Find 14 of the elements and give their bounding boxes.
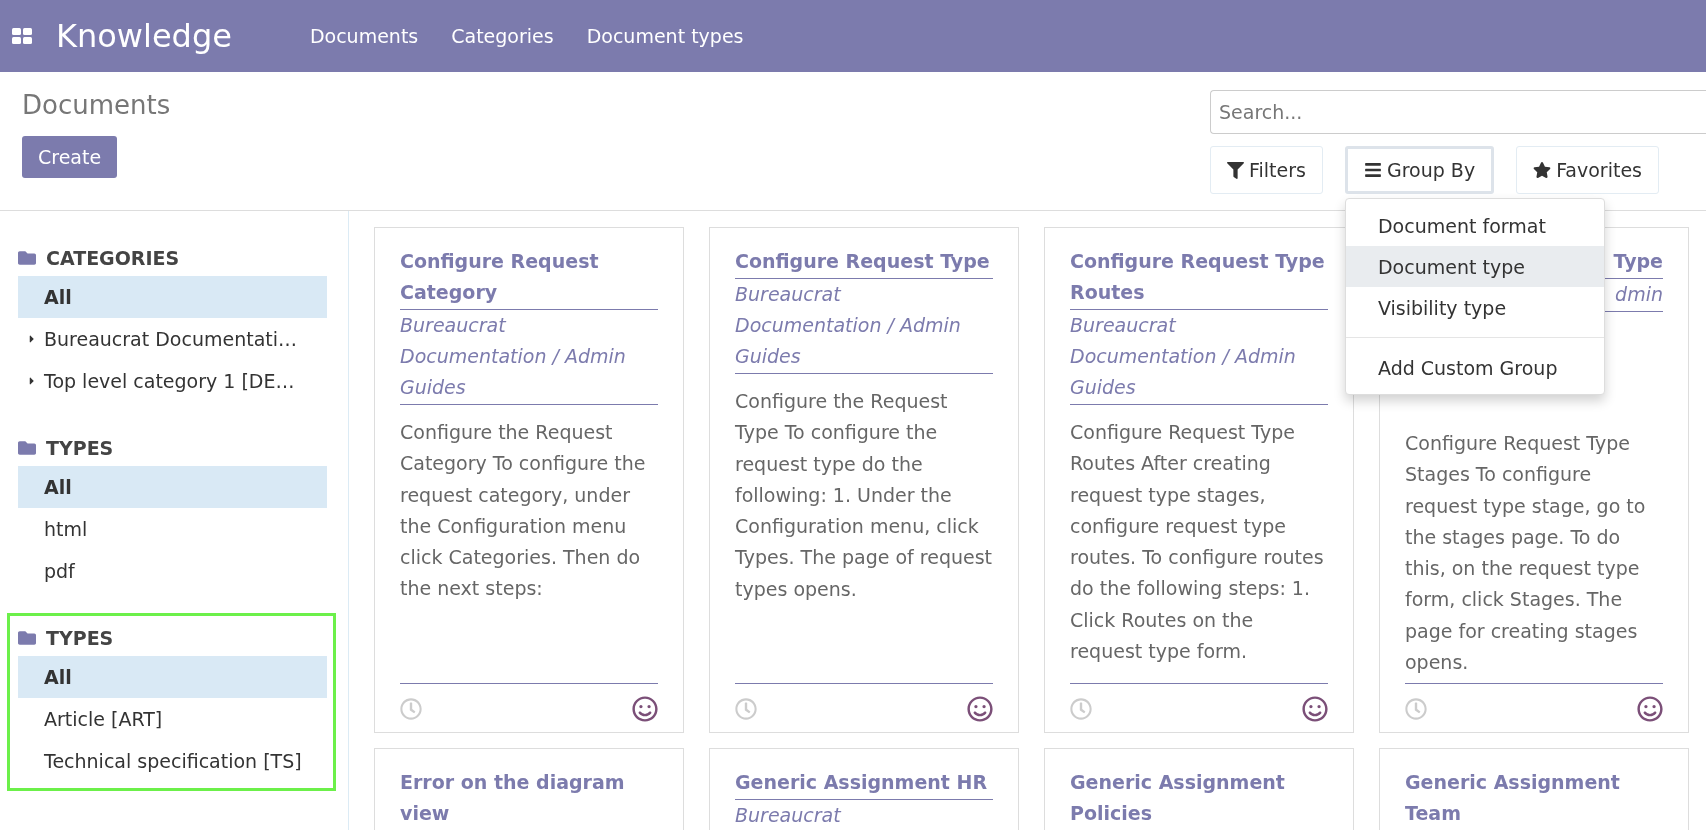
page-title: Documents bbox=[22, 90, 171, 120]
section-heading: TYPES bbox=[46, 437, 114, 459]
card-description: Configure the Request Category To configure the request category, under the Configuration menu click Categories. Then do the next steps: bbox=[400, 417, 658, 684]
card-description: Configure the Request Type To configure the request type do the following: 1. Under the Configuration menu, click Types. The page of request types opens. bbox=[735, 386, 993, 684]
card-category: dmin bbox=[1615, 282, 1663, 307]
card-description: Configure Request Type Stages To configure request type stage, go to the stages page. To do this, on the request type form, click Stages. The page for creating stages opens. bbox=[1405, 428, 1663, 684]
card-category: Bureaucrat Documentation / Admin Guides bbox=[400, 313, 627, 400]
section-heading: CATEGORIES bbox=[46, 247, 180, 269]
card-category: Bureaucrat Documentation / Admin Guides bbox=[735, 282, 962, 369]
section-heading: TYPES bbox=[46, 627, 114, 649]
card-description: Configure Request Type Routes After creating request type stages, configure request type routes. To configure routes do the following steps: 1. Click Routes on the request type form. bbox=[1070, 417, 1328, 684]
app-title: Knowledge bbox=[56, 17, 232, 55]
card-category: Bureaucrat Documentation / Admin Guides bbox=[1070, 313, 1297, 400]
card-category: Bureaucrat bbox=[735, 803, 841, 828]
